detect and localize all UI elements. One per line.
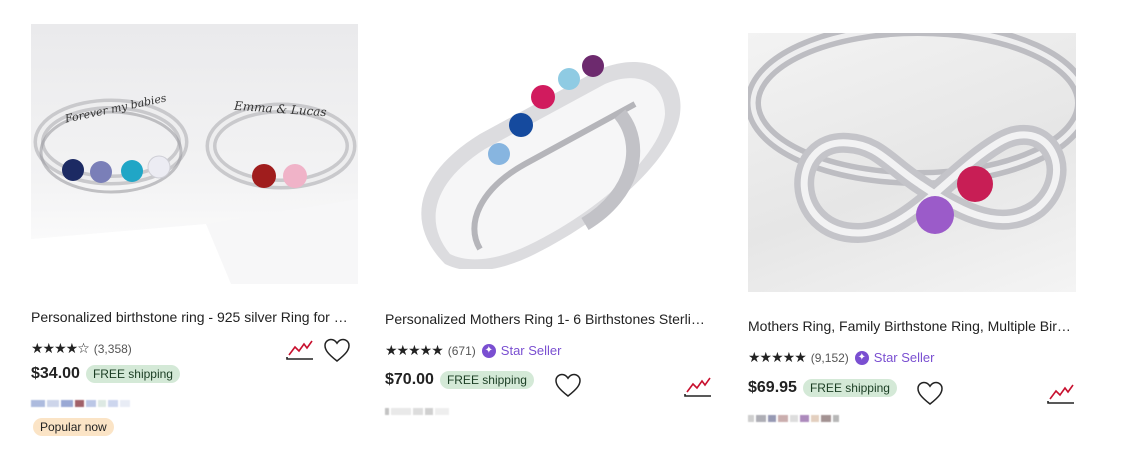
trend-icon[interactable] xyxy=(285,337,315,361)
free-shipping-badge: FREE shipping xyxy=(85,365,180,383)
price: $34.00 xyxy=(31,365,80,382)
blurred-color-swatches xyxy=(31,397,132,409)
listing-card-3[interactable]: Mothers Ring, Family Birthstone Ring, Mu… xyxy=(748,33,1076,422)
price: $70.00 xyxy=(385,371,434,388)
listing-title[interactable]: Personalized birthstone ring - 925 silve… xyxy=(31,309,353,325)
trend-icon[interactable] xyxy=(1046,381,1076,405)
favorite-heart-icon[interactable] xyxy=(916,380,944,406)
price-row: $70.00 FREE shipping xyxy=(385,371,534,389)
rating-count: (671) xyxy=(447,343,476,358)
listing-image-3[interactable] xyxy=(748,33,1076,292)
trend-icon[interactable] xyxy=(683,374,713,398)
star-seller-label: Star Seller xyxy=(873,350,935,365)
free-shipping-badge: FREE shipping xyxy=(802,379,897,397)
price-row: $69.95 FREE shipping xyxy=(748,379,897,397)
star-seller-icon: ✦ xyxy=(854,350,869,365)
listing-image-2[interactable] xyxy=(385,24,715,269)
rating: ★★★★★ (671) ✦ Star Seller xyxy=(385,342,561,359)
blurred-color-swatches xyxy=(385,405,451,417)
listing-card-1[interactable]: Forever my babies Emma & Lucas Personali… xyxy=(31,24,358,436)
rating: ★★★★★ (9,152) ✦ Star Seller xyxy=(748,349,935,366)
listing-image-1[interactable]: Forever my babies Emma & Lucas xyxy=(31,24,358,284)
favorite-heart-icon[interactable] xyxy=(323,337,351,363)
listing-card-2[interactable]: Personalized Mothers Ring 1- 6 Birthston… xyxy=(385,24,715,415)
listing-title[interactable]: Mothers Ring, Family Birthstone Ring, Mu… xyxy=(748,318,1074,334)
rating-stars: ★★★★☆ xyxy=(31,340,90,356)
price-row: $34.00 FREE shipping xyxy=(31,365,180,383)
rating-stars: ★★★★★ xyxy=(385,342,444,358)
rating-count: (9,152) xyxy=(810,350,849,365)
rating-stars: ★★★★★ xyxy=(748,349,807,365)
free-shipping-badge: FREE shipping xyxy=(439,371,534,389)
blurred-color-swatches xyxy=(748,412,841,424)
star-seller-badge: ✦ Star Seller xyxy=(854,350,935,365)
popular-now-badge: Popular now xyxy=(33,418,114,436)
star-seller-label: Star Seller xyxy=(500,343,562,358)
rating: ★★★★☆ (3,358) xyxy=(31,340,132,357)
star-seller-icon: ✦ xyxy=(481,343,496,358)
listing-title[interactable]: Personalized Mothers Ring 1- 6 Birthston… xyxy=(385,311,707,327)
favorite-heart-icon[interactable] xyxy=(554,372,582,398)
star-seller-badge: ✦ Star Seller xyxy=(481,343,562,358)
price: $69.95 xyxy=(748,379,797,396)
rating-count: (3,358) xyxy=(93,341,132,356)
